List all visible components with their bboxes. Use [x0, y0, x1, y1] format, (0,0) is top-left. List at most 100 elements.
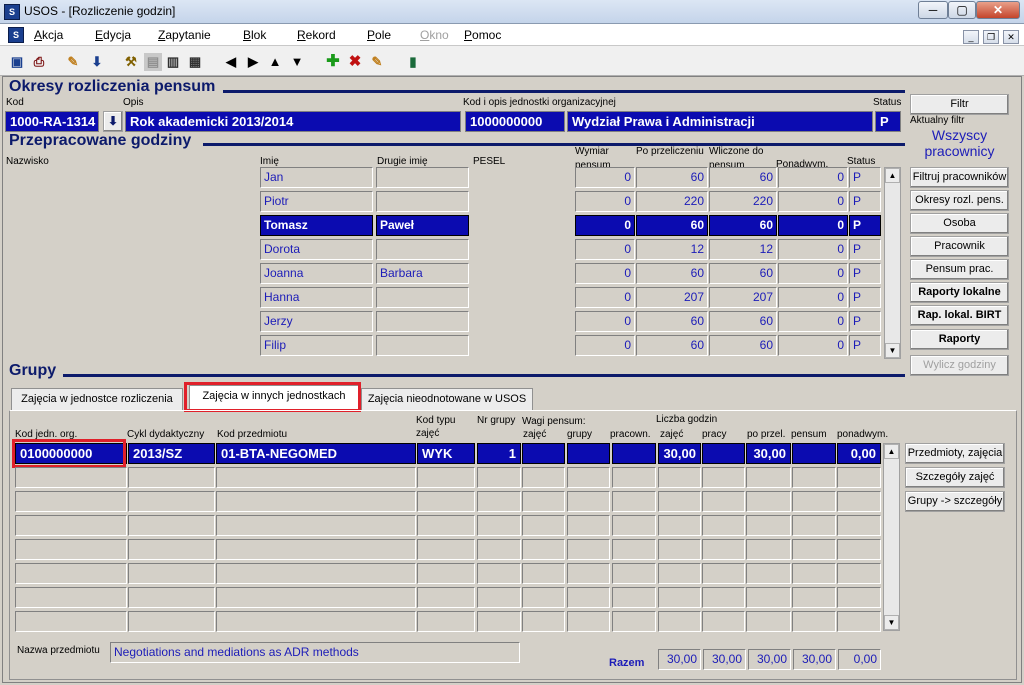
empty-grupa-cell[interactable]: [417, 611, 475, 632]
pesel-cell[interactable]: [472, 215, 573, 237]
po-cell[interactable]: 60: [636, 167, 708, 188]
nazwisko-cell[interactable]: [5, 287, 259, 309]
empty-grupa-cell[interactable]: [792, 515, 836, 536]
scroll-up-icon[interactable]: ▲: [885, 168, 900, 183]
empty-grupa-cell[interactable]: [522, 491, 565, 512]
nazwisko-cell[interactable]: [5, 239, 259, 261]
drugie-cell[interactable]: [376, 311, 469, 332]
exit-icon[interactable]: ▮: [404, 53, 422, 71]
empty-grupa-cell[interactable]: [837, 587, 881, 608]
empty-grupa-cell[interactable]: [746, 515, 791, 536]
menu-blok[interactable]: Blok: [243, 28, 266, 42]
jednostka-kod-field[interactable]: 1000000000: [465, 111, 565, 132]
kod-field[interactable]: 1000-RA-1314: [5, 111, 99, 132]
menu-rekord[interactable]: Rekord: [297, 28, 336, 42]
empty-grupa-cell[interactable]: [612, 491, 656, 512]
mdi-minimize-button[interactable]: _: [963, 30, 979, 44]
empty-grupa-cell[interactable]: [567, 587, 610, 608]
empty-grupa-cell[interactable]: [567, 467, 610, 488]
wymiar-cell[interactable]: 0: [575, 239, 635, 260]
nazwisko-cell[interactable]: [5, 263, 259, 285]
empty-grupa-cell[interactable]: [417, 587, 475, 608]
empty-grupa-cell[interactable]: [477, 515, 521, 536]
nazwisko-cell[interactable]: [5, 191, 259, 213]
minimize-button[interactable]: ─: [918, 1, 948, 19]
wliczone-cell[interactable]: 60: [709, 263, 777, 284]
grupy-szczegoly-button[interactable]: Grupy -> szczegóły: [905, 491, 1005, 512]
nazwisko-cell[interactable]: [5, 167, 259, 189]
ponad-cell[interactable]: 0: [778, 239, 848, 260]
ponad-cell[interactable]: 0: [778, 215, 848, 236]
opis-field[interactable]: Rok akademicki 2013/2014: [125, 111, 461, 132]
menu-akcja[interactable]: Akcja: [34, 28, 63, 42]
nazwisko-cell[interactable]: [5, 215, 259, 237]
count-all-icon[interactable]: ▦: [186, 53, 204, 71]
imie-cell[interactable]: Hanna: [260, 287, 373, 308]
count-icon[interactable]: ▥: [164, 53, 182, 71]
delete-record-icon[interactable]: ✖: [346, 53, 364, 71]
status-cell[interactable]: P: [849, 191, 881, 212]
empty-grupa-cell[interactable]: [522, 587, 565, 608]
empty-grupa-cell[interactable]: [702, 539, 745, 560]
nazwisko-cell[interactable]: [5, 311, 259, 333]
drugie-cell[interactable]: [376, 335, 469, 356]
empty-grupa-cell[interactable]: [837, 539, 881, 560]
empty-grupa-cell[interactable]: [15, 611, 127, 632]
po-cell[interactable]: 220: [636, 191, 708, 212]
pesel-cell[interactable]: [472, 335, 573, 357]
empty-grupa-cell[interactable]: [658, 611, 701, 632]
drugie-cell[interactable]: [376, 287, 469, 308]
grupa-cykl-cell[interactable]: 2013/SZ: [128, 443, 215, 464]
empty-grupa-cell[interactable]: [15, 563, 127, 584]
menu-edycja[interactable]: Edycja: [95, 28, 131, 42]
empty-grupa-cell[interactable]: [417, 491, 475, 512]
empty-grupa-cell[interactable]: [128, 587, 215, 608]
pesel-cell[interactable]: [472, 239, 573, 261]
scroll-down-icon[interactable]: ▼: [885, 343, 900, 358]
grupa-godz-pracy-cell[interactable]: [702, 443, 745, 464]
drugie-cell[interactable]: Paweł: [376, 215, 469, 236]
przedmioty-zajecia-button[interactable]: Przedmioty, zajęcia: [905, 443, 1005, 464]
pensum-prac-button[interactable]: Pensum prac.: [910, 259, 1009, 280]
empty-grupa-cell[interactable]: [792, 539, 836, 560]
query-icon[interactable]: ⚒: [122, 53, 140, 71]
pesel-cell[interactable]: [472, 263, 573, 285]
empty-grupa-cell[interactable]: [837, 467, 881, 488]
empty-grupa-cell[interactable]: [15, 491, 127, 512]
po-cell[interactable]: 60: [636, 215, 708, 236]
maximize-button[interactable]: ▢: [948, 1, 976, 19]
scroll-up-icon[interactable]: ▲: [884, 444, 899, 459]
raporty-button[interactable]: Raporty: [910, 329, 1009, 350]
wymiar-cell[interactable]: 0: [575, 263, 635, 284]
empty-grupa-cell[interactable]: [746, 467, 791, 488]
menu-pomoc[interactable]: Pomoc: [464, 28, 501, 42]
empty-grupa-cell[interactable]: [522, 611, 565, 632]
imie-cell[interactable]: Joanna: [260, 263, 373, 284]
empty-grupa-cell[interactable]: [477, 563, 521, 584]
empty-grupa-cell[interactable]: [128, 515, 215, 536]
empty-grupa-cell[interactable]: [477, 587, 521, 608]
status-cell[interactable]: P: [849, 167, 881, 188]
grupa-waga-grupy-cell[interactable]: [567, 443, 610, 464]
pracownik-button[interactable]: Pracownik: [910, 236, 1009, 257]
empty-grupa-cell[interactable]: [216, 563, 416, 584]
empty-grupa-cell[interactable]: [567, 539, 610, 560]
empty-grupa-cell[interactable]: [612, 539, 656, 560]
ponad-cell[interactable]: 0: [778, 263, 848, 284]
empty-grupa-cell[interactable]: [612, 563, 656, 584]
empty-grupa-cell[interactable]: [658, 467, 701, 488]
status-cell[interactable]: P: [849, 335, 881, 356]
empty-grupa-cell[interactable]: [216, 587, 416, 608]
ponad-cell[interactable]: 0: [778, 335, 848, 356]
status-cell[interactable]: P: [849, 215, 881, 236]
empty-grupa-cell[interactable]: [837, 611, 881, 632]
tab-nieodnotowane[interactable]: Zajęcia nieodnotowane w USOS: [361, 388, 533, 410]
empty-grupa-cell[interactable]: [702, 563, 745, 584]
empty-grupa-cell[interactable]: [216, 467, 416, 488]
next-block-icon[interactable]: ▶: [244, 53, 262, 71]
grupa-kod-przedmiotu-cell[interactable]: 01-BTA-NEGOMED: [216, 443, 416, 464]
empty-grupa-cell[interactable]: [477, 467, 521, 488]
print-icon[interactable]: ⎙: [30, 53, 48, 71]
wymiar-cell[interactable]: 0: [575, 311, 635, 332]
empty-grupa-cell[interactable]: [128, 467, 215, 488]
